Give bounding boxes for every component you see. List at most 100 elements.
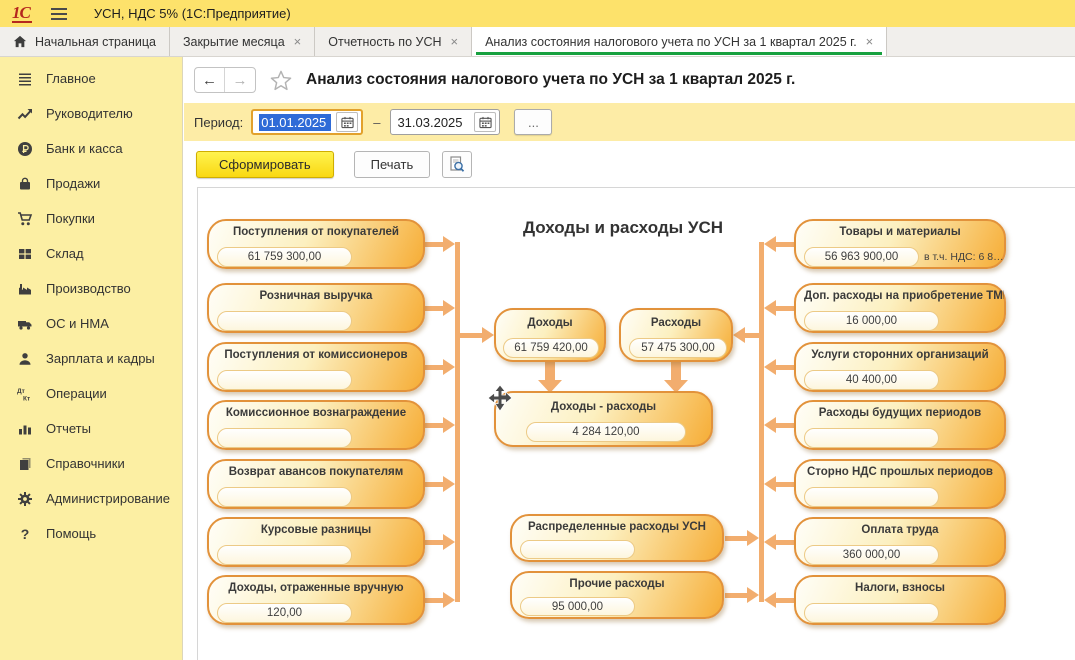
report-form: ← → Анализ состояния налогового учета по…	[184, 57, 1075, 660]
period-label: Период:	[194, 115, 243, 130]
tab-close-icon[interactable]: ×	[866, 35, 874, 48]
flow-value-pill	[217, 428, 352, 448]
block-commission-fee[interactable]: Комиссионное вознаграждение	[207, 400, 425, 450]
sidebar-item-rukovoditelyu[interactable]: Руководителю	[0, 96, 182, 131]
sidebar-item-pomosch[interactable]: ? Помощь	[0, 516, 182, 551]
block-expenses-total[interactable]: Расходы 57 475 300,00	[619, 308, 733, 362]
hamburger-menu-icon[interactable]	[50, 7, 68, 21]
application-window: 1С УСН, НДС 5% (1С:Предприятие) Начальна…	[0, 0, 1075, 660]
flow-connector	[443, 534, 455, 550]
flow-value-pill	[804, 428, 939, 448]
flow-connector	[733, 327, 745, 343]
print-button[interactable]: Печать	[354, 151, 431, 178]
calendar-icon[interactable]	[336, 112, 358, 132]
tab-bar: Начальная страница Закрытие месяца × Отч…	[0, 27, 1075, 57]
generate-button[interactable]: Сформировать	[196, 151, 334, 178]
sidebar-item-prodazhi[interactable]: Продажи	[0, 166, 182, 201]
flow-value-pill	[520, 540, 635, 559]
sidebar-item-otchety[interactable]: Отчеты	[0, 411, 182, 446]
sidebar-item-bank-i-kassa[interactable]: Банк и касса	[0, 131, 182, 166]
flow-connector	[425, 540, 443, 545]
flow-connector	[776, 365, 794, 370]
reference-books-icon	[16, 456, 34, 472]
sidebar-item-pokupki[interactable]: Покупки	[0, 201, 182, 236]
gear-icon	[16, 491, 34, 507]
block-additional-tmc-expenses[interactable]: Доп. расходы на приобретение ТМЦ 16 000,…	[794, 283, 1006, 333]
block-manually-entered-income[interactable]: Доходы, отраженные вручную 120,00	[207, 575, 425, 625]
flow-connector	[425, 482, 443, 487]
svg-text:Дт: Дт	[17, 388, 25, 395]
forward-button[interactable]: →	[225, 68, 255, 92]
tab-close-icon[interactable]: ×	[451, 35, 459, 48]
tab-label: Анализ состояния налогового учета по УСН…	[485, 35, 857, 49]
sidebar-nav: Главное Руководителю Банк и касса Продаж…	[0, 57, 183, 660]
flow-connector	[545, 362, 555, 381]
flow-connector	[747, 530, 759, 546]
block-refund-advances-to-customers[interactable]: Возврат авансов покупателям	[207, 459, 425, 509]
block-retail-revenue[interactable]: Розничная выручка	[207, 283, 425, 333]
tab-home[interactable]: Начальная страница	[0, 27, 170, 56]
diagram-canvas: Доходы и расходы УСН Поступления от поку…	[197, 187, 1075, 660]
flow-connector	[460, 333, 482, 338]
svg-text:Кт: Кт	[23, 395, 30, 402]
svg-text:?: ?	[21, 526, 30, 542]
tab-label: Закрытие месяца	[183, 35, 285, 49]
block-income-minus-expenses[interactable]: Доходы - расходы 4 284 120,00	[494, 391, 713, 447]
report-header: ← → Анализ состояния налогового учета по…	[184, 57, 1075, 103]
block-receipts-from-commissioners[interactable]: Поступления от комиссионеров	[207, 342, 425, 392]
calendar-icon[interactable]	[474, 112, 496, 132]
flow-connector	[443, 417, 455, 433]
sidebar-item-operatsii[interactable]: ДтКт Операции	[0, 376, 182, 411]
block-goods-and-materials[interactable]: Товары и материалы 56 963 900,00 в т.ч. …	[794, 219, 1006, 269]
favorite-star-icon[interactable]	[270, 70, 292, 91]
tab-usn-tax-analysis[interactable]: Анализ состояния налогового учета по УСН…	[472, 27, 887, 56]
block-payroll[interactable]: Оплата труда 360 000,00	[794, 517, 1006, 567]
period-more-button[interactable]: ...	[514, 109, 552, 135]
block-income-total[interactable]: Доходы 61 759 420,00	[494, 308, 606, 362]
period-from-field[interactable]: 01.01.2025	[251, 109, 363, 135]
flow-connector	[764, 300, 776, 316]
sidebar-item-spravochniki[interactable]: Справочники	[0, 446, 182, 481]
flow-value-pill	[217, 487, 352, 507]
tab-close-icon[interactable]: ×	[294, 35, 302, 48]
truck-icon	[16, 316, 34, 332]
back-button[interactable]: ←	[195, 68, 225, 92]
block-other-expenses[interactable]: Прочие расходы 95 000,00	[510, 571, 724, 619]
debit-credit-icon: ДтКт	[16, 386, 34, 402]
flow-connector	[776, 540, 794, 545]
flow-connector	[443, 236, 455, 252]
period-to-value[interactable]: 31.03.2025	[397, 115, 469, 130]
flow-connector	[776, 242, 794, 247]
block-vat-reversal-prior-periods[interactable]: Сторно НДС прошлых периодов	[794, 459, 1006, 509]
flow-connector	[776, 598, 794, 603]
factory-icon	[16, 281, 34, 297]
tab-month-closing[interactable]: Закрытие месяца ×	[170, 27, 315, 56]
question-icon: ?	[16, 526, 34, 542]
tab-label: Начальная страница	[35, 35, 156, 49]
print-preview-button[interactable]	[442, 151, 472, 178]
sidebar-item-sklad[interactable]: Склад	[0, 236, 182, 271]
block-exchange-differences[interactable]: Курсовые разницы	[207, 517, 425, 567]
block-deferred-expenses[interactable]: Расходы будущих периодов	[794, 400, 1006, 450]
flow-connector	[764, 417, 776, 433]
flow-connector	[425, 423, 443, 428]
block-distributed-usn-expenses[interactable]: Распределенные расходы УСН	[510, 514, 724, 562]
flow-connector	[425, 365, 443, 370]
sidebar-item-glavnoe[interactable]: Главное	[0, 61, 182, 96]
flow-value-pill	[804, 603, 939, 623]
flow-connector	[725, 593, 747, 598]
tab-usn-reporting[interactable]: Отчетность по УСН ×	[315, 27, 472, 56]
drag-handle-icon[interactable]	[486, 384, 514, 417]
sidebar-item-administrirovanie[interactable]: Администрирование	[0, 481, 182, 516]
sidebar-item-zarplata-i-kadry[interactable]: Зарплата и кадры	[0, 341, 182, 376]
period-from-value[interactable]: 01.01.2025	[259, 114, 331, 131]
block-receipts-from-customers[interactable]: Поступления от покупателей 61 759 300,00	[207, 219, 425, 269]
period-to-field[interactable]: 31.03.2025	[390, 109, 500, 135]
period-range-dash: –	[373, 115, 380, 130]
flow-connector	[764, 534, 776, 550]
warehouse-grid-icon	[16, 246, 34, 262]
sidebar-item-os-i-nma[interactable]: ОС и НМА	[0, 306, 182, 341]
block-taxes-contributions[interactable]: Налоги, взносы	[794, 575, 1006, 625]
sidebar-item-proizvodstvo[interactable]: Производство	[0, 271, 182, 306]
block-third-party-services[interactable]: Услуги сторонних организаций 40 400,00	[794, 342, 1006, 392]
